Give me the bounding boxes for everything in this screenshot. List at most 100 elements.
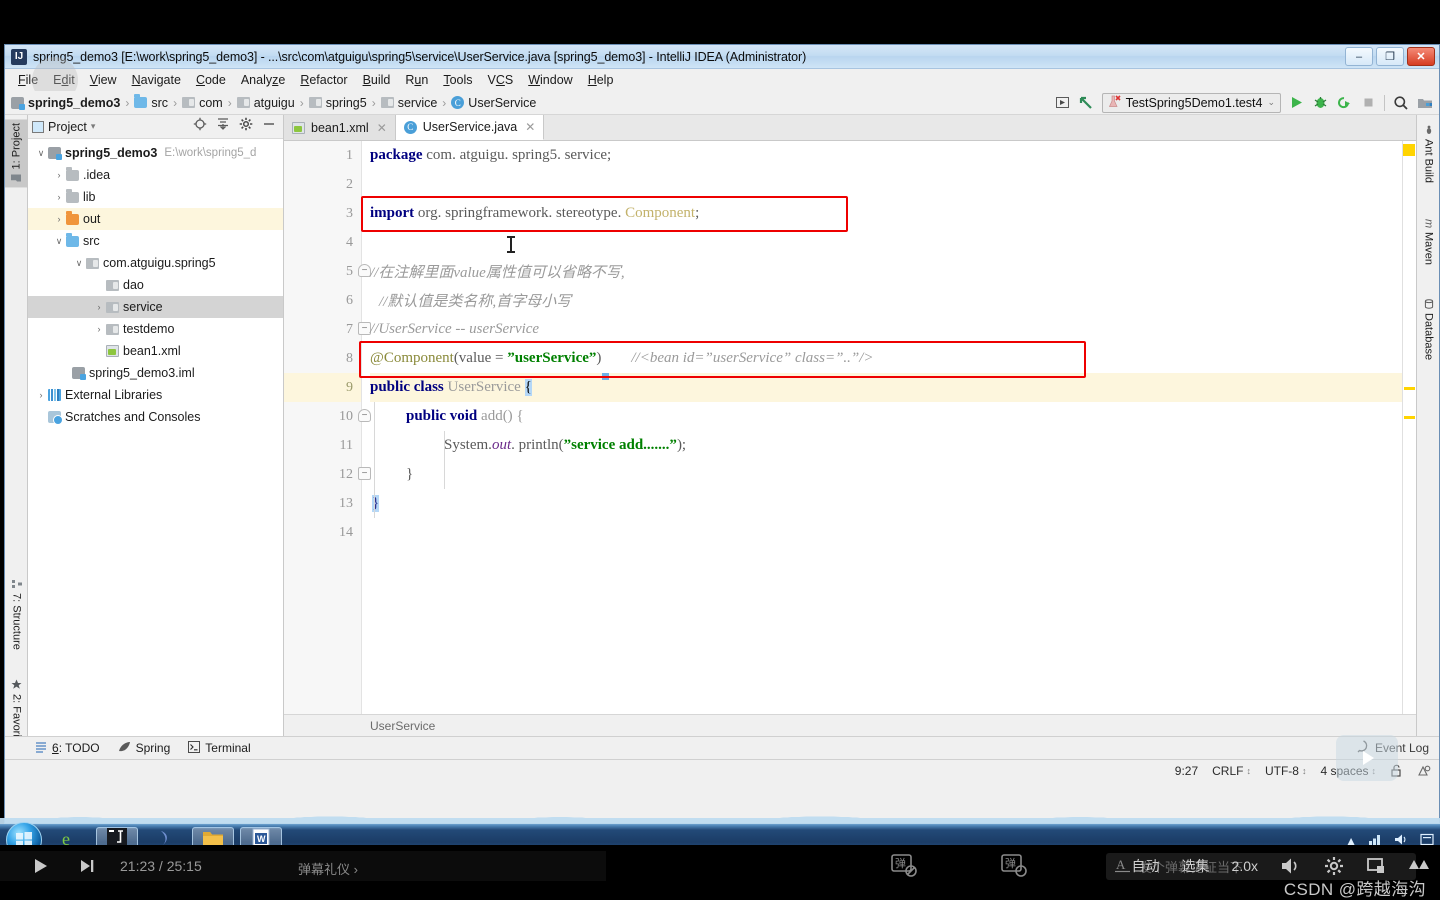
locate-icon[interactable] — [193, 117, 207, 136]
breadcrumb-class[interactable]: C UserService — [451, 96, 536, 110]
hide-panel-icon[interactable] — [262, 117, 276, 136]
menu-view[interactable]: View — [83, 71, 124, 89]
menu-build[interactable]: Build — [356, 71, 398, 89]
tree-row-bean1-xml[interactable]: bean1.xml — [28, 340, 283, 362]
expand-arrow-icon[interactable]: › — [52, 192, 66, 202]
tree-row-service[interactable]: › service — [28, 296, 283, 318]
tree-row-lib[interactable]: › lib — [28, 186, 283, 208]
breadcrumb-spring5[interactable]: spring5 — [308, 96, 367, 110]
episode-list-button[interactable]: 选集 — [1182, 856, 1210, 876]
expand-arrow-icon[interactable]: › — [34, 390, 48, 400]
editor-gutter[interactable]: 1 2 3 4 5 6 7 8 9 10 11 12 13 14 − − − − — [284, 141, 371, 714]
stop-icon[interactable] — [1360, 94, 1377, 111]
sidebar-item-project[interactable]: 1: Project — [5, 119, 28, 188]
run-with-coverage-icon[interactable] — [1336, 94, 1353, 111]
expand-arrow-icon[interactable]: › — [52, 170, 66, 180]
back-arrow-icon[interactable] — [1078, 94, 1095, 111]
code-text[interactable]: package com. atguigu. spring5. service; … — [359, 141, 1402, 714]
tool-window-spring[interactable]: Spring — [118, 741, 170, 756]
menu-refactor[interactable]: Refactor — [293, 71, 354, 89]
fullscreen-button[interactable] — [1408, 856, 1430, 876]
quality-auto-button[interactable]: 自动 — [1132, 856, 1160, 876]
menu-tools[interactable]: Tools — [436, 71, 479, 89]
annotation-component: @Component — [370, 350, 454, 366]
tree-row-testdemo[interactable]: › testdemo — [28, 318, 283, 340]
libraries-icon — [48, 389, 61, 401]
expand-arrow-icon[interactable]: ∨ — [52, 236, 66, 247]
close-icon[interactable]: ✕ — [377, 121, 387, 135]
breadcrumb-src[interactable]: src — [134, 94, 168, 110]
widescreen-button[interactable] — [1366, 856, 1386, 876]
tree-row-idea[interactable]: › .idea — [28, 164, 283, 186]
menu-vcs[interactable]: VCS — [481, 71, 521, 89]
expand-arrow-icon[interactable]: › — [92, 324, 106, 334]
close-button[interactable]: ✕ — [1407, 47, 1435, 66]
danmaku-settings-button[interactable]: 弹 — [1000, 853, 1028, 879]
warning-marker[interactable] — [1403, 144, 1415, 156]
project-structure-icon[interactable] — [1416, 94, 1433, 111]
warning-stripe[interactable] — [1404, 416, 1415, 419]
menu-window[interactable]: Window — [521, 71, 579, 89]
editor-marker-strip[interactable] — [1402, 141, 1416, 714]
run-configuration-selector[interactable]: TestSpring5Demo1.test4 ⌄ — [1101, 92, 1281, 113]
search-everywhere-icon[interactable] — [1392, 94, 1409, 111]
project-tree[interactable]: ∨ spring5_demo3 E:\work\spring5_d › .ide… — [28, 139, 283, 736]
expand-arrow-icon[interactable]: ∨ — [72, 258, 86, 269]
close-icon[interactable]: ✕ — [525, 120, 535, 134]
minimize-button[interactable]: – — [1345, 47, 1373, 66]
breadcrumb-atguigu[interactable]: atguigu — [236, 96, 295, 110]
caret-position[interactable]: 9:27 — [1175, 764, 1198, 778]
tab-userservice-java[interactable]: C UserService.java ✕ — [395, 115, 545, 140]
select-in-icon[interactable] — [1054, 94, 1071, 111]
sidebar-item-structure[interactable]: 7: Structure — [5, 575, 28, 654]
collapse-all-icon[interactable] — [216, 117, 230, 136]
settings-gear-button[interactable] — [1324, 856, 1344, 876]
next-episode-button[interactable] — [78, 857, 96, 875]
expand-arrow-icon[interactable]: ∨ — [34, 148, 48, 159]
run-icon[interactable] — [1288, 94, 1305, 111]
expand-arrow-icon[interactable]: › — [92, 302, 106, 312]
restore-button[interactable]: ❐ — [1376, 47, 1404, 66]
danmaku-toggle-button[interactable]: 弹 — [890, 853, 918, 879]
tree-row-external-libraries[interactable]: › External Libraries — [28, 384, 283, 406]
menu-code[interactable]: Code — [189, 71, 233, 89]
tree-row-scratches-consoles[interactable]: Scratches and Consoles — [28, 406, 283, 428]
tree-row-dao[interactable]: dao — [28, 274, 283, 296]
breadcrumb-module[interactable]: spring5_demo3 — [11, 96, 120, 110]
code-editor[interactable]: 1 2 3 4 5 6 7 8 9 10 11 12 13 14 − − − −… — [284, 141, 1416, 714]
play-button[interactable] — [30, 856, 50, 876]
line-separator-selector[interactable]: CRLF ↕ — [1212, 764, 1251, 778]
volume-button[interactable] — [1280, 856, 1302, 876]
floating-play-overlay[interactable] — [1336, 735, 1398, 781]
chevron-down-icon[interactable]: ⌄ — [1267, 97, 1275, 108]
breadcrumb-service[interactable]: service — [380, 96, 437, 110]
tree-row-out[interactable]: › out — [28, 208, 283, 230]
playback-speed-button[interactable]: 2.0x — [1232, 858, 1258, 874]
expand-arrow-icon[interactable]: › — [52, 214, 66, 224]
chevron-down-icon[interactable]: ▾ — [91, 121, 96, 132]
danmaku-etiquette-link[interactable]: 弹幕礼仪 › — [298, 859, 358, 878]
tool-window-todo[interactable]: 6: TODO — [35, 741, 100, 756]
danmaku-font-icon[interactable]: A — [1114, 856, 1131, 878]
sidebar-item-ant-build[interactable]: Ant Build — [1417, 121, 1440, 187]
tree-row-com-atguigu-spring5[interactable]: ∨ com.atguigu.spring5 — [28, 252, 283, 274]
settings-gear-icon[interactable] — [239, 117, 253, 136]
inspections-icon[interactable] — [1417, 764, 1431, 777]
tree-row-iml[interactable]: spring5_demo3.iml — [28, 362, 283, 384]
menu-file[interactable]: File — [11, 71, 45, 89]
breadcrumb-com[interactable]: com — [182, 96, 223, 110]
tab-bean1-xml[interactable]: bean1.xml ✕ — [284, 115, 396, 140]
menu-run[interactable]: Run — [398, 71, 435, 89]
warning-stripe[interactable] — [1404, 387, 1415, 390]
encoding-selector[interactable]: UTF-8 ↕ — [1265, 764, 1307, 778]
sidebar-item-maven[interactable]: m Maven — [1417, 215, 1440, 269]
tree-row-spring5-demo3[interactable]: ∨ spring5_demo3 E:\work\spring5_d — [28, 142, 283, 164]
debug-icon[interactable] — [1312, 94, 1329, 111]
menu-edit[interactable]: Edit — [46, 71, 82, 89]
menu-navigate[interactable]: Navigate — [125, 71, 188, 89]
menu-analyze[interactable]: Analyze — [234, 71, 292, 89]
tool-window-terminal[interactable]: Terminal — [188, 740, 251, 756]
sidebar-item-database[interactable]: Database — [1417, 295, 1440, 364]
tree-row-src[interactable]: ∨ src — [28, 230, 283, 252]
menu-help[interactable]: Help — [581, 71, 621, 89]
